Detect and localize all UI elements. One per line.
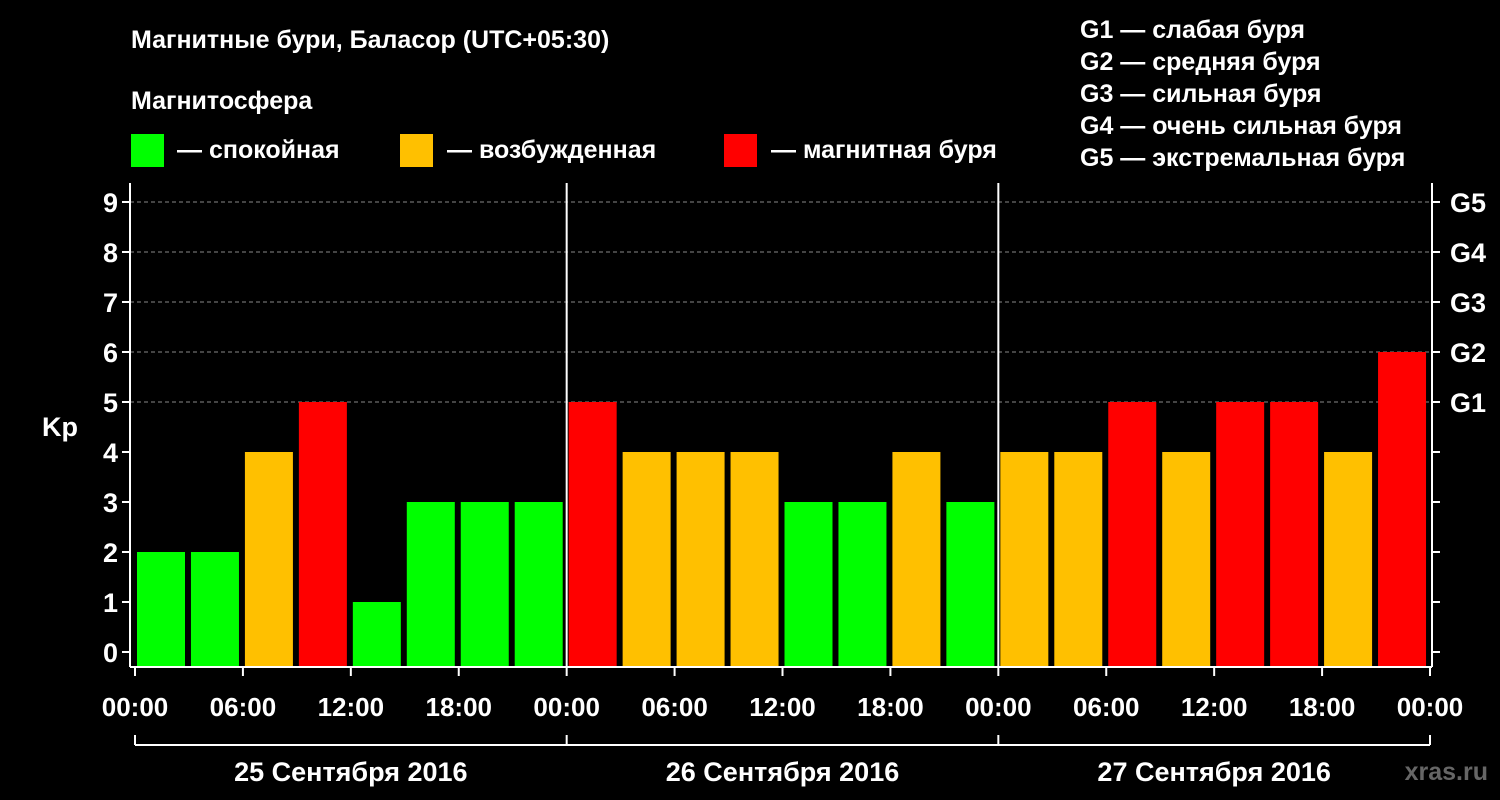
kp-bar-chart: 0 1 2 3 4 5 6 7 8 9 G1 G2 G3 G4 G5 00:00 06:00 12:00 18:00… [102,183,1486,787]
y-tick-label: 8 [103,238,118,268]
bar [1378,352,1427,667]
y-tick-label: 6 [103,338,118,368]
y-tick-label: 2 [103,538,118,568]
y-tick-label: 5 [103,388,118,418]
x-tick-label: 12:00 [749,692,816,722]
y-tick-label: 4 [103,438,118,468]
bar [298,402,347,667]
x-tick-label: 00:00 [965,692,1032,722]
bar [1324,452,1373,667]
y-tick-label: 9 [103,188,118,218]
day-label: 27 Сентября 2016 [1097,757,1330,787]
x-tick-label: 18:00 [857,692,924,722]
y-tick-label: 1 [103,588,118,618]
x-tick-label: 00:00 [533,692,600,722]
y-tick-label: 0 [103,638,118,668]
g-level-tick-label: G5 [1450,188,1486,218]
x-tick-label: 00:00 [102,692,169,722]
bar [1270,402,1319,667]
x-tick-label: 00:00 [1397,692,1464,722]
x-tick-label: 12:00 [318,692,385,722]
g-level-tick-label: G2 [1450,338,1486,368]
g-level-tick-label: G1 [1450,388,1486,418]
x-tick-label: 06:00 [1073,692,1140,722]
g-level-tick-label: G3 [1450,288,1486,318]
bar [838,502,887,667]
bar [406,502,455,667]
x-tick-label: 12:00 [1181,692,1248,722]
g-level-tick-label: G4 [1450,238,1486,268]
bar [1108,402,1157,667]
bar [892,452,941,667]
x-tick-label: 06:00 [210,692,277,722]
bar [460,502,509,667]
bar [137,552,185,667]
bar [622,452,671,667]
bar [352,602,401,667]
x-tick-label: 06:00 [641,692,708,722]
bar [1162,452,1211,667]
bar [730,452,779,667]
bar [946,502,995,667]
bar [514,502,563,667]
day-label: 26 Сентября 2016 [666,757,899,787]
x-tick-label: 18:00 [426,692,493,722]
bar [190,552,239,667]
bar [1216,402,1265,667]
bar [676,452,725,667]
y-tick-label: 3 [103,488,118,518]
x-tick-label: 18:00 [1289,692,1356,722]
bar [1000,452,1049,667]
bar [1054,452,1103,667]
day-label: 25 Сентября 2016 [234,757,467,787]
bar [784,502,833,667]
y-tick-label: 7 [103,288,118,318]
bar [568,402,617,667]
bar [244,452,293,667]
